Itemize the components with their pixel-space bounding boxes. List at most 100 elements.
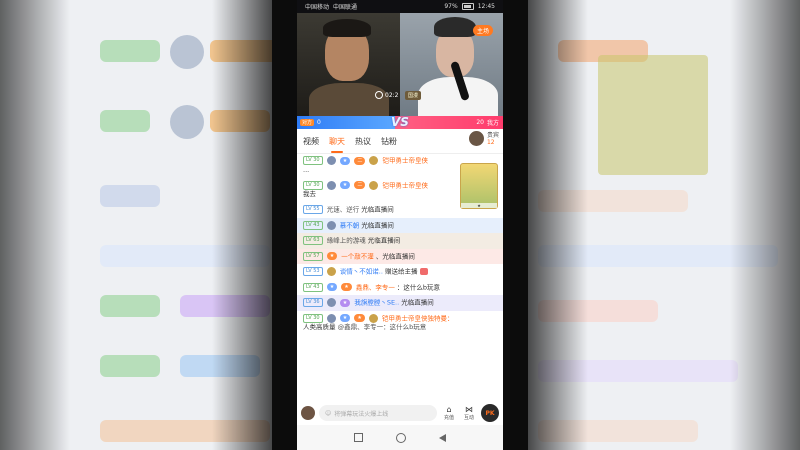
emoji-icon[interactable]: ☺: [325, 410, 331, 417]
blurred-backdrop-right: [528, 0, 800, 450]
pill-tag: ★: [341, 283, 352, 291]
chat-text: 光临直播间: [367, 236, 401, 245]
guest-count: 12: [486, 138, 495, 146]
chat-username[interactable]: 铠甲勇士帝皇侠: [383, 181, 429, 189]
rank-icon: [326, 156, 336, 165]
vip-icon: [369, 180, 379, 190]
recharge-icon: ⌂: [446, 405, 452, 414]
recharge-button[interactable]: ⌂ 充值: [441, 405, 457, 421]
chat-text: 、光临直播间: [375, 252, 415, 260]
pk-score-bar: 对方 0 20 我方 VS: [297, 115, 503, 129]
phone-screen: 中国移动 中国联通 97% 12:45 主场 02:2 国漫 对方 0 20 我…: [297, 0, 503, 450]
chat-text: 我去: [303, 190, 316, 198]
battery-percent: 97%: [444, 3, 458, 10]
chat-username[interactable]: 缘峰上的游魂: [327, 237, 366, 245]
opponent-label: 对方: [300, 119, 315, 126]
fan-pill: ★: [326, 283, 338, 291]
chat-username[interactable]: 鑫鼎、李专一: [356, 283, 395, 291]
pill-tag: 二: [354, 156, 366, 165]
chat-input-placeholder: 将弹幕玩法火爆上线: [334, 410, 389, 418]
tab-chat[interactable]: 聊天: [329, 136, 345, 153]
pill-tag: ★: [354, 314, 365, 322]
home-icon[interactable]: [395, 432, 406, 443]
level-badge: LV 53: [303, 267, 323, 276]
pk-video-area[interactable]: 主场 02:2 国漫: [297, 13, 503, 116]
chat-text: 光临直播间: [401, 298, 434, 307]
pk-button[interactable]: PK: [481, 404, 499, 422]
battery-icon: [461, 3, 474, 10]
chat-message: LV 53 谈情丶不如诺.. 赠送给主播: [297, 264, 503, 280]
fan-pill: ★: [339, 298, 351, 307]
rank-icon: [326, 267, 336, 276]
chat-username[interactable]: 我旗膛膛丶SE..: [354, 299, 399, 307]
clock-icon: [375, 91, 383, 99]
blurred-backdrop-left: [0, 0, 272, 450]
carrier-1: 中国移动: [305, 4, 330, 11]
level-badge: LV 43: [303, 282, 323, 292]
tab-video[interactable]: 视频: [303, 136, 319, 147]
chat-message: LV 36 ★ 我旗膛膛丶SE.. 光临直播间: [297, 295, 503, 311]
chat-username[interactable]: 光速、逆行: [327, 206, 360, 214]
vs-label: VS: [391, 115, 409, 129]
interact-button[interactable]: ⋈ 互动: [461, 405, 477, 421]
chat-input[interactable]: ☺ 将弹幕玩法火爆上线: [319, 405, 437, 421]
camera-tag: 国漫: [405, 91, 422, 100]
activity-card-label: ★: [461, 203, 497, 208]
level-badge: LV 55: [303, 205, 323, 214]
noble-pill: ★: [326, 252, 338, 260]
tab-fans[interactable]: 钻粉: [381, 136, 397, 147]
chat-text: 人类高质量: [303, 323, 336, 331]
chat-text: ...: [303, 165, 310, 174]
chat-text: 赠送给主播: [384, 267, 418, 276]
carrier-2: 中国联通: [333, 4, 358, 11]
chat-message: LV 43 慕不朝 光临直播间: [297, 217, 503, 233]
chat-username[interactable]: 铠甲勇士帝皇侠独特曼：: [382, 314, 454, 322]
host-camera[interactable]: 主场: [400, 13, 503, 116]
chat-text: 光临直播间: [361, 221, 394, 229]
guest-list-button[interactable]: 贵宾 12: [468, 131, 499, 146]
chat-text: ：这什么b玩意: [396, 283, 441, 291]
level-badge: LV 63: [303, 236, 323, 245]
host-label: 我方: [486, 120, 499, 127]
chat-username[interactable]: 慕不朝: [340, 221, 360, 229]
chat-message: LV 63 缘峰上的游魂 光临直播间: [297, 233, 503, 249]
android-nav-bar: [297, 425, 503, 450]
level-badge: LV 43: [303, 220, 323, 230]
guest-label: 贵宾: [486, 131, 499, 139]
level-badge: LV 30: [303, 156, 323, 165]
rank-icon: [326, 180, 336, 190]
guest-avatar: [468, 131, 484, 146]
opponent-camera[interactable]: [297, 13, 400, 116]
level-badge: LV 57: [303, 251, 323, 261]
pill-tag: 二: [354, 181, 366, 189]
chat-username[interactable]: 谈情丶不如诺..: [340, 268, 383, 276]
host-tag: 主场: [472, 25, 493, 36]
recent-apps-icon[interactable]: [353, 433, 363, 442]
chat-reply-text: @鑫鼎、李专一：这什么b玩意: [337, 323, 427, 331]
level-badge: LV 30: [303, 180, 323, 190]
chat-username[interactable]: 一个敲不灌: [341, 252, 374, 260]
chat-message: LV 30 ★ ★ 铠甲勇士帝皇侠独特曼： 人类高质量 @鑫鼎、李专一：这什么b…: [297, 311, 503, 336]
chat-text: 光临直播间: [361, 205, 394, 214]
host-score: 20: [476, 119, 484, 126]
fan-pill: ★: [339, 181, 351, 189]
tab-discussion[interactable]: 热议: [355, 136, 371, 147]
activity-card[interactable]: ★: [460, 163, 498, 209]
back-icon[interactable]: [439, 433, 447, 442]
rank-icon: [326, 313, 336, 323]
rank-icon: [326, 298, 336, 307]
level-badge: LV 30: [303, 313, 323, 323]
status-bar: 中国移动 中国联通 97% 12:45: [297, 0, 503, 13]
vip-icon: [369, 156, 379, 165]
interact-icon: ⋈: [465, 405, 473, 414]
status-time: 12:45: [477, 3, 495, 10]
fan-pill: ★: [339, 314, 351, 322]
pk-timer: 02:2: [375, 91, 398, 99]
chat-input-bar: ☺ 将弹幕玩法火爆上线 ⌂ 充值 ⋈ 互动 PK: [297, 401, 503, 425]
timer-value: 02:2: [385, 91, 399, 99]
level-badge: LV 36: [303, 298, 323, 307]
chat-username[interactable]: 铠甲勇士帝皇侠: [383, 157, 429, 165]
user-avatar[interactable]: [301, 406, 315, 420]
chat-message: LV 57 ★ 一个敲不灌 、光临直播间: [297, 248, 503, 264]
opponent-score: 0: [317, 119, 321, 126]
